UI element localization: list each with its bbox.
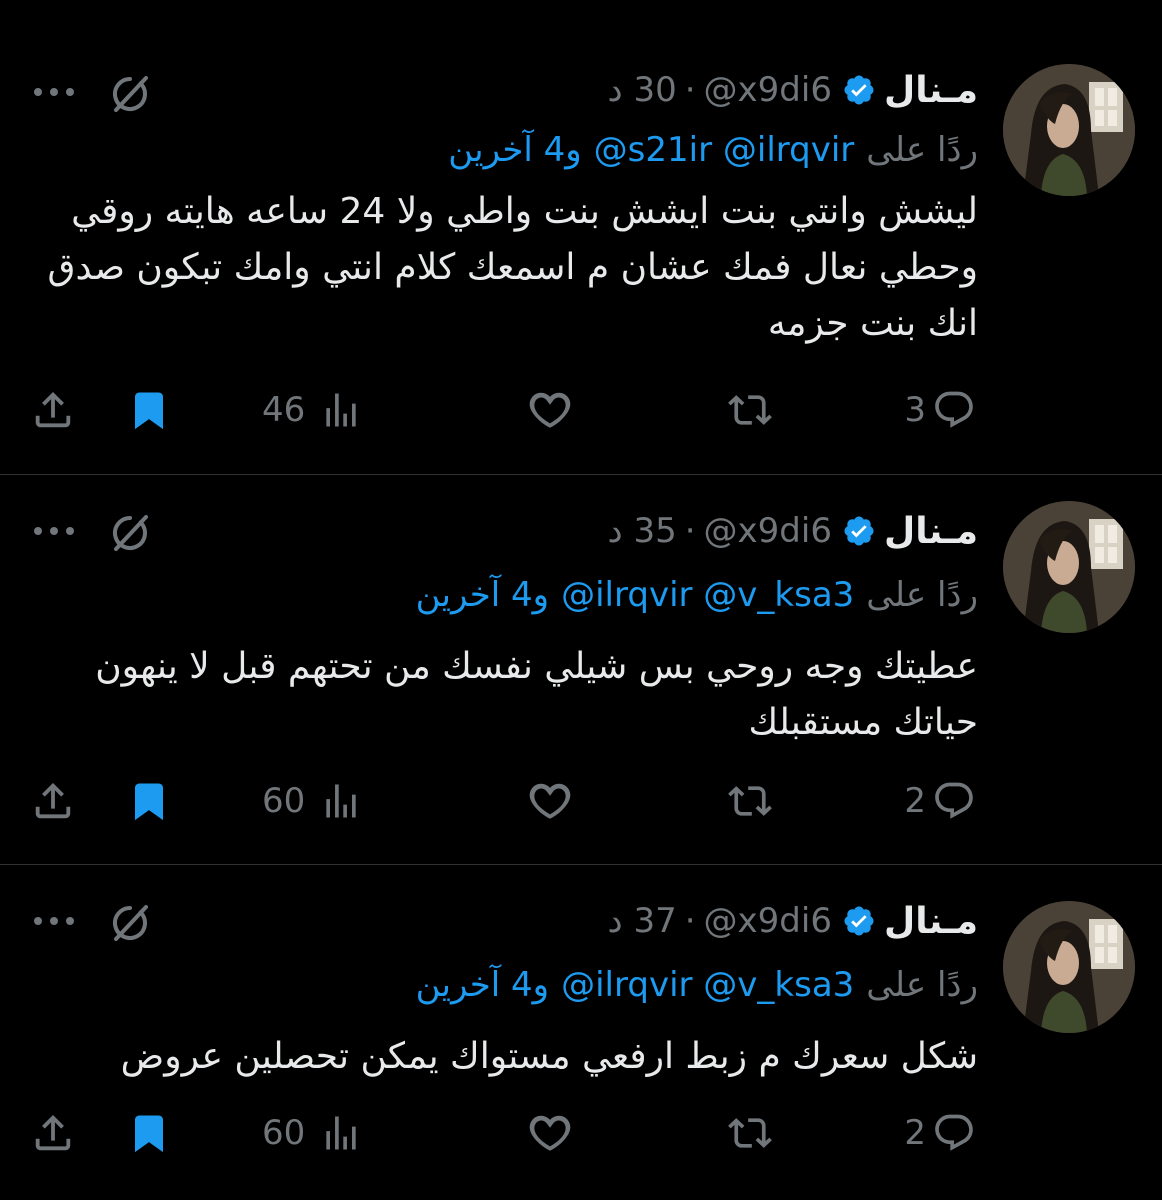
like-button[interactable]	[524, 1103, 576, 1163]
timestamp[interactable]: 30 د	[608, 70, 677, 110]
retweet-icon	[728, 395, 772, 425]
tweet[interactable]: مـنال @x9di6 · 35 د ردًا على @ilrqvir @v…	[0, 475, 1162, 865]
verified-badge-icon	[844, 906, 874, 936]
bookmark-button[interactable]	[128, 771, 170, 831]
grok-icon[interactable]	[106, 70, 154, 118]
reply-count: 2	[904, 1113, 926, 1153]
retweet-button[interactable]	[722, 1103, 778, 1163]
views-count: 60	[262, 1113, 306, 1153]
user-handle[interactable]: @x9di6	[704, 901, 832, 941]
tweet-header: مـنال @x9di6 · 30 د	[608, 60, 979, 120]
reply-button[interactable]: 3	[904, 380, 976, 440]
action-bar: 3 46	[0, 380, 1162, 440]
share-button[interactable]	[30, 771, 76, 831]
separator-dot: ·	[684, 70, 696, 110]
views-icon	[326, 393, 356, 427]
bookmark-icon	[135, 392, 163, 430]
retweet-icon	[728, 786, 772, 816]
share-icon	[35, 391, 71, 428]
others-link[interactable]: و4 آخرين	[416, 965, 549, 1005]
tweet-text: شكل سعرك م زبط ارفعي مستواك يمكن تحصلين …	[120, 1036, 978, 1077]
display-name[interactable]: مـنال	[884, 901, 978, 942]
user-handle[interactable]: @x9di6	[704, 70, 832, 110]
tweet[interactable]: مـنال @x9di6 · 30 د ردًا على @s21ir @ilr…	[0, 40, 1162, 475]
share-button[interactable]	[30, 1103, 76, 1163]
like-icon	[529, 392, 571, 428]
user-handle[interactable]: @x9di6	[704, 511, 832, 551]
previous-tweet-text-fragment	[0, 0, 1162, 12]
like-button[interactable]	[524, 771, 576, 831]
views-button[interactable]: 46	[262, 380, 363, 440]
reply-context: ردًا على @ilrqvir @v_ksa3 و4 آخرين	[416, 569, 978, 621]
tweet-header: مـنال @x9di6 · 35 د	[608, 501, 979, 561]
retweet-button[interactable]	[722, 771, 778, 831]
tweet-text: عطيتك وجه روحي بس شيلي نفسك من تحتهم قبل…	[95, 646, 978, 743]
action-bar: 2 60	[0, 771, 1162, 831]
views-icon	[326, 1116, 356, 1150]
bookmark-icon	[135, 1115, 163, 1153]
tweet-header: مـنال @x9di6 · 37 د	[608, 891, 979, 951]
avatar-image	[1003, 901, 1135, 1033]
like-button[interactable]	[524, 380, 576, 440]
reply-context: ردًا على @ilrqvir @v_ksa3 و4 آخرين	[416, 959, 978, 1011]
retweet-button[interactable]	[722, 380, 778, 440]
mentioned-users[interactable]: @ilrqvir @v_ksa3	[561, 575, 854, 615]
bookmark-button[interactable]	[128, 380, 170, 440]
avatar[interactable]	[1003, 501, 1135, 633]
tweet-text: ليشش وانتي بنت ايشش بنت واطي ولا 24 ساعه…	[47, 191, 978, 344]
tweet[interactable]: مـنال @x9di6 · 37 د ردًا على @ilrqvir @v…	[0, 865, 1162, 1200]
share-icon	[35, 782, 71, 819]
others-link[interactable]: و4 آخرين	[416, 575, 549, 615]
views-count: 60	[262, 781, 306, 821]
avatar[interactable]	[1003, 64, 1135, 196]
display-name[interactable]: مـنال	[884, 70, 978, 111]
mentioned-users[interactable]: @ilrqvir @v_ksa3	[561, 965, 854, 1005]
verified-badge-icon	[844, 516, 874, 546]
reply-label: ردًا على	[866, 130, 978, 170]
verified-badge-icon	[844, 75, 874, 105]
reply-icon	[935, 1114, 973, 1151]
avatar[interactable]	[1003, 901, 1135, 1033]
reply-count: 2	[904, 781, 926, 821]
views-count: 46	[262, 390, 306, 430]
views-icon	[326, 784, 356, 818]
reply-context: ردًا على @s21ir @ilrqvir و4 آخرين	[448, 124, 978, 176]
action-bar: 2 60	[0, 1103, 1162, 1163]
views-button[interactable]: 60	[262, 771, 363, 831]
share-icon	[35, 1114, 71, 1151]
grok-icon[interactable]	[106, 509, 154, 557]
separator-dot: ·	[684, 901, 696, 941]
avatar-image	[1003, 501, 1135, 633]
timestamp[interactable]: 35 د	[608, 511, 677, 551]
share-button[interactable]	[30, 380, 76, 440]
reply-label: ردًا على	[866, 965, 978, 1005]
reply-button[interactable]: 2	[904, 771, 976, 831]
mentioned-users[interactable]: @s21ir @ilrqvir	[594, 130, 855, 170]
grok-icon[interactable]	[106, 899, 154, 947]
bookmark-button[interactable]	[128, 1103, 170, 1163]
like-icon	[529, 1115, 571, 1151]
reply-icon	[935, 391, 973, 428]
more-icon[interactable]	[32, 523, 76, 539]
reply-button[interactable]: 2	[904, 1103, 976, 1163]
views-button[interactable]: 60	[262, 1103, 363, 1163]
bookmark-icon	[135, 783, 163, 821]
avatar-image	[1003, 64, 1135, 196]
reply-icon	[935, 782, 973, 819]
like-icon	[529, 783, 571, 819]
others-link[interactable]: و4 آخرين	[448, 130, 581, 170]
separator-dot: ·	[684, 511, 696, 551]
timestamp[interactable]: 37 د	[608, 901, 677, 941]
more-icon[interactable]	[32, 84, 76, 100]
display-name[interactable]: مـنال	[884, 511, 978, 552]
retweet-icon	[728, 1118, 772, 1148]
reply-label: ردًا على	[866, 575, 978, 615]
more-icon[interactable]	[32, 913, 76, 929]
reply-count: 3	[904, 390, 926, 430]
